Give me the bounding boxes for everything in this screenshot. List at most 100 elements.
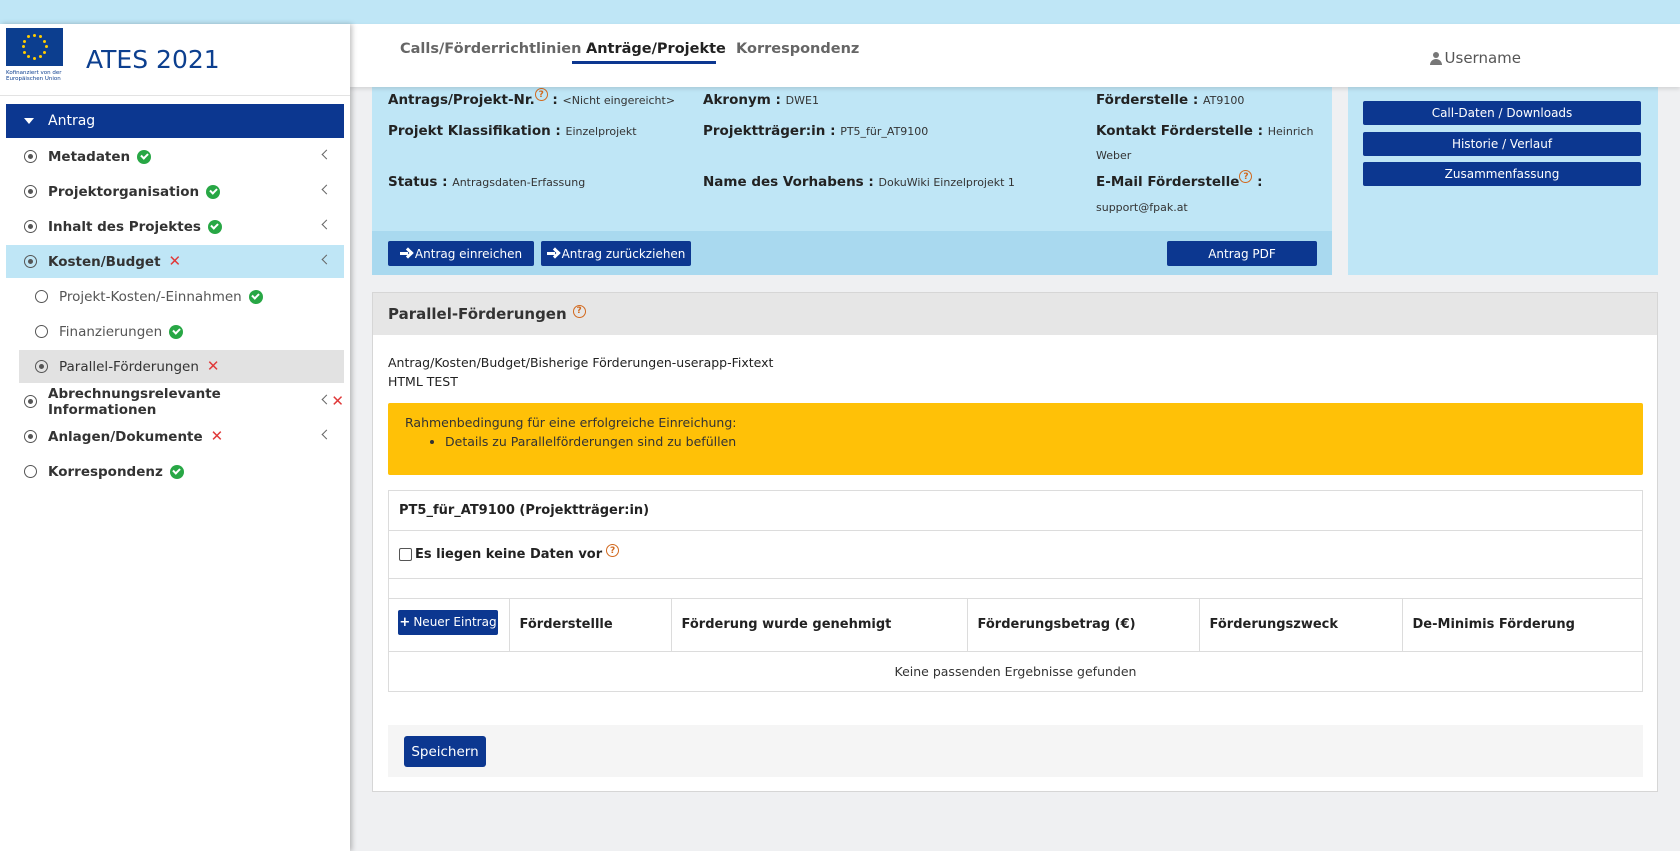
zusammenfassung-button[interactable]: Zusammenfassung [1363, 162, 1641, 186]
antrag-pdf-button[interactable]: Antrag PDF [1167, 241, 1317, 266]
antrag-action-bar: Antrag einreichen Antrag zurückziehen An… [372, 231, 1332, 275]
radio-dot-icon [24, 395, 37, 408]
warning-list: Details zu Parallelförderungen sind zu b… [445, 432, 1626, 451]
sidebar-item-label: Anlagen/Dokumente [48, 428, 203, 445]
email-value: support@fpak.at [1096, 201, 1188, 214]
radio-empty-icon [24, 465, 37, 478]
antrag-einreichen-label: Antrag einreichen [414, 246, 523, 261]
table-header-row: + Neuer Eintrag Förderstellle Förderung … [389, 599, 1642, 652]
sidebar-item-parallel-foerderungen[interactable]: Parallel-Förderungen ✕ [19, 350, 344, 383]
foerderstelle-label: Förderstelle : [1096, 92, 1199, 108]
column-header[interactable]: Förderungsbetrag (€) [967, 599, 1200, 652]
sidebar-item-label: Korrespondenz [48, 463, 163, 480]
sidebar-item-inhalt[interactable]: Inhalt des Projektes [6, 210, 344, 243]
klassifikation: Projekt Klassifikation : Einzelprojekt [388, 123, 637, 139]
sidebar-item-label: Parallel-Förderungen [59, 358, 199, 375]
radio-dot-icon [24, 150, 37, 163]
call-daten-button[interactable]: Call-Daten / Downloads [1363, 101, 1641, 125]
tab-antraege[interactable]: Anträge/Projekte [586, 41, 726, 57]
new-entry-button[interactable]: + Neuer Eintrag [398, 609, 498, 635]
sidebar-item-abrechnung[interactable]: Abrechnungsrelevante Informationen ✕ [6, 385, 344, 418]
historie-button[interactable]: Historie / Verlauf [1363, 132, 1641, 156]
chevron-left-icon[interactable] [321, 149, 332, 160]
radio-dot-icon [35, 360, 48, 373]
top-header: Calls/Förderrichtlinien Anträge/Projekte… [350, 24, 1680, 87]
no-data-checkbox[interactable] [399, 548, 412, 561]
column-header[interactable]: Förderung wurde genehmigt [671, 599, 968, 652]
vorhaben-value: DokuWiki Einzelprojekt 1 [878, 176, 1015, 189]
kontakt: Kontakt Förderstelle : Heinrich [1096, 123, 1313, 139]
sidebar: Kofinanziert von der Europäischen Union … [0, 24, 350, 851]
klassifikation-value: Einzelprojekt [565, 125, 637, 138]
antrag-zurueckziehen-label: Antrag zurückziehen [561, 246, 686, 261]
sidebar-item-label: Kosten/Budget [48, 253, 161, 270]
user-menu[interactable]: Username [1429, 49, 1521, 67]
antrag-info-panel: Antrags/Projekt-Nr.? : <Nicht eingereich… [372, 87, 1332, 275]
chevron-left-icon[interactable] [321, 184, 332, 195]
plus-icon: + [399, 614, 411, 630]
check-circle-icon [248, 289, 263, 304]
sidebar-item-label: Projektorganisation [48, 183, 200, 200]
akronym-label: Akronym : [703, 92, 781, 108]
help-icon[interactable]: ? [534, 88, 548, 101]
chevron-left-icon[interactable] [321, 219, 332, 230]
table-row: Keine passenden Ergebnisse gefunden [389, 651, 1642, 691]
email: E-Mail Förderstelle? : [1096, 170, 1263, 190]
column-header[interactable]: Förderstellle [509, 599, 672, 652]
help-icon[interactable]: ? [1239, 170, 1253, 183]
tab-korrespondenz[interactable]: Korrespondenz [736, 41, 859, 57]
radio-empty-icon [35, 290, 48, 303]
projekttraeger-value: PT5_für_AT9100 [840, 125, 929, 138]
sidebar-item-label: Finanzierungen [59, 323, 163, 340]
save-button[interactable]: Speichern [404, 736, 486, 767]
eu-caption: Kofinanziert von der Europäischen Union [6, 69, 62, 82]
fixtext-line-1: Antrag/Kosten/Budget/Bisherige Förderung… [388, 355, 774, 370]
chevron-left-icon[interactable] [321, 254, 332, 265]
no-data-row: Es liegen keine Daten vor ? [389, 531, 1642, 579]
projekttraeger-group: PT5_für_AT9100 (Projektträger:in) Es lie… [388, 490, 1643, 692]
email-line-2: support@fpak.at [1096, 199, 1188, 215]
kontakt-label: Kontakt Förderstelle : [1096, 123, 1264, 139]
vorhaben-label: Name des Vorhabens : [703, 174, 874, 190]
check-circle-icon [207, 219, 222, 234]
fixtext-line-2: HTML TEST [388, 374, 458, 389]
antrag-einreichen-button[interactable]: Antrag einreichen [388, 241, 534, 266]
empty-message: Keine passenden Ergebnisse gefunden [894, 663, 1137, 679]
help-icon[interactable]: ? [606, 544, 620, 557]
brand: Kofinanziert von der Europäischen Union … [0, 24, 350, 96]
sidebar-item-kosten-budget[interactable]: Kosten/Budget ✕ [6, 245, 344, 278]
sidebar-item-projektorganisation[interactable]: Projektorganisation [6, 175, 344, 208]
radio-dot-icon [24, 430, 37, 443]
check-circle-icon [169, 464, 184, 479]
eu-logo: Kofinanziert von der Europäischen Union [6, 27, 70, 92]
check-circle-icon [206, 184, 221, 199]
column-header[interactable]: De-Minimis Förderung [1402, 599, 1642, 652]
tab-calls[interactable]: Calls/Förderrichtlinien [400, 41, 581, 57]
column-header[interactable]: Förderungszweck [1199, 599, 1403, 652]
status-value: Antragsdaten-Erfassung [452, 176, 586, 189]
parallel-foerderungen-table: + Neuer Eintrag Förderstellle Förderung … [389, 599, 1642, 691]
antrag-nr: Antrags/Projekt-Nr.? : <Nicht eingereich… [388, 88, 675, 108]
arrow-right-icon [399, 248, 411, 259]
sidebar-item-antrag[interactable]: Antrag [6, 104, 344, 138]
status: Status : Antragsdaten-Erfassung [388, 174, 585, 190]
help-icon[interactable]: ? [572, 304, 586, 318]
sidebar-item-anlagen[interactable]: Anlagen/Dokumente ✕ [6, 420, 344, 453]
warning-item: Details zu Parallelförderungen sind zu b… [445, 432, 1626, 451]
sidebar-item-korrespondenz[interactable]: Korrespondenz [6, 455, 344, 488]
sidebar-item-projekt-kosten[interactable]: Projekt-Kosten/-Einnahmen [19, 280, 344, 313]
sidebar-nav: Antrag Metadaten Projektorganisation Inh… [0, 96, 350, 488]
parallel-foerderungen-card: Parallel-Förderungen ? Antrag/Kosten/Bud… [372, 292, 1658, 792]
akronym-value: DWE1 [785, 94, 819, 107]
email-separator: : [1252, 174, 1263, 190]
sidebar-item-finanzierungen[interactable]: Finanzierungen [19, 315, 344, 348]
antrag-zurueckziehen-button[interactable]: Antrag zurückziehen [541, 241, 691, 266]
new-entry-label: Neuer Eintrag [413, 615, 497, 630]
radio-dot-icon [24, 220, 37, 233]
sidebar-item-label: Inhalt des Projektes [48, 218, 201, 235]
vorhaben: Name des Vorhabens : DokuWiki Einzelproj… [703, 174, 1015, 190]
sidebar-item-metadaten[interactable]: Metadaten [6, 140, 344, 173]
card-header: Parallel-Förderungen ? [373, 293, 1657, 335]
chevron-left-icon[interactable] [321, 429, 332, 440]
group-title: PT5_für_AT9100 (Projektträger:in) [389, 491, 1642, 531]
